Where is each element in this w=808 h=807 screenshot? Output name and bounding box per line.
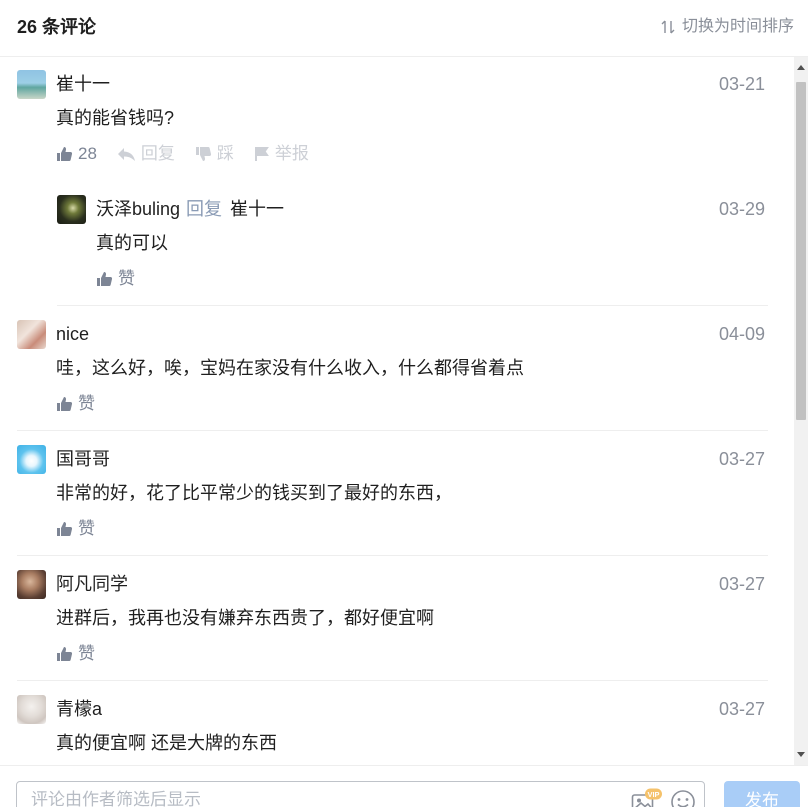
sort-arrows-icon — [661, 20, 675, 34]
report-button[interactable]: 举报 — [254, 142, 309, 166]
like-count: 28 — [78, 144, 97, 163]
reply-item: 沃泽buling 回复 崔十一 03-29 真的可以 赞 — [57, 195, 768, 306]
comment-date: 03-29 — [718, 199, 765, 219]
avatar[interactable] — [17, 570, 46, 599]
comment-item: 崔十一 03-21 真的能省钱吗? 28 回复 踩 举报 — [17, 70, 768, 183]
comment-actions: 赞 — [56, 642, 115, 666]
reply-label: 回复 — [140, 144, 175, 163]
thumbs-up-icon — [57, 147, 73, 161]
comment-author: 崔十一 — [56, 70, 110, 98]
comment-date: 03-21 — [718, 74, 765, 94]
comment-date: 03-27 — [718, 574, 765, 594]
comment-text: 非常的好，花了比平常少的钱买到了最好的东西， — [56, 483, 452, 503]
comment-date: 04-09 — [718, 324, 765, 344]
emoji-icon[interactable] — [670, 789, 696, 807]
comment-composer: VIP 发布 — [0, 765, 808, 807]
comment-text: 真的便宜啊 还是大牌的东西 — [56, 733, 277, 753]
like-button[interactable]: 28 — [56, 142, 97, 166]
comment-text: 真的能省钱吗? — [56, 108, 175, 128]
avatar[interactable] — [17, 695, 46, 724]
avatar[interactable] — [57, 195, 86, 224]
comment-item: 国哥哥 03-27 非常的好，花了比平常少的钱买到了最好的东西， 赞 — [17, 445, 768, 556]
avatar[interactable] — [17, 445, 46, 474]
thumbs-up-icon — [97, 272, 113, 286]
comment-item: 青檬a 03-27 真的便宜啊 还是大牌的东西 — [17, 695, 768, 765]
author-name[interactable]: 青檬a — [56, 699, 102, 719]
reply-button[interactable]: 回复 — [117, 142, 175, 166]
sort-toggle-label: 切换为时间排序 — [681, 18, 794, 35]
vip-badge: VIP — [647, 790, 659, 799]
comment-author: 阿凡同学 — [56, 570, 128, 598]
comment-input-box[interactable]: VIP — [16, 781, 705, 807]
thumbs-up-icon — [57, 522, 73, 536]
comment-text: 真的可以 — [96, 233, 168, 253]
comment-actions: 赞 — [96, 267, 155, 291]
author-name[interactable]: 阿凡同学 — [56, 574, 128, 594]
report-label: 举报 — [274, 144, 309, 163]
author-name[interactable]: 沃泽buling — [96, 199, 180, 219]
scroll-down-arrow-icon[interactable] — [797, 752, 805, 757]
scroll-up-arrow-icon[interactable] — [797, 65, 805, 70]
like-button[interactable]: 赞 — [56, 517, 95, 541]
author-name[interactable]: nice — [56, 324, 89, 344]
reply-target-name[interactable]: 崔十一 — [230, 199, 284, 219]
comment-count-title: 26 条评论 — [17, 17, 97, 37]
like-label: 赞 — [118, 269, 135, 288]
reply-word: 回复 — [186, 199, 223, 219]
scrollbar-thumb[interactable] — [796, 82, 806, 420]
comments-header: 26 条评论 切换为时间排序 — [0, 0, 808, 57]
avatar[interactable] — [17, 320, 46, 349]
thumbs-up-icon — [57, 647, 73, 661]
thumbs-down-icon — [195, 147, 211, 161]
comment-actions: 28 回复 踩 举报 — [56, 142, 329, 166]
reply-author-line: 沃泽buling 回复 崔十一 — [96, 195, 284, 223]
sort-toggle-button[interactable]: 切换为时间排序 — [660, 16, 794, 38]
like-label: 赞 — [78, 394, 95, 413]
dislike-button[interactable]: 踩 — [195, 142, 234, 166]
comment-item: nice 04-09 哇，这么好，唉，宝妈在家没有什么收入，什么都得省着点 赞 — [17, 320, 768, 431]
avatar[interactable] — [17, 70, 46, 99]
comment-text: 进群后，我再也没有嫌弃东西贵了，都好便宜啊 — [56, 608, 434, 628]
comment-date: 03-27 — [718, 449, 765, 469]
like-button[interactable]: 赞 — [56, 392, 95, 416]
like-label: 赞 — [78, 519, 95, 538]
comment-actions: 赞 — [56, 517, 115, 541]
flag-icon — [254, 147, 269, 161]
reply-arrow-icon — [117, 147, 135, 161]
like-label: 赞 — [78, 644, 95, 663]
send-button[interactable]: 发布 — [724, 781, 800, 807]
comment-author: nice — [56, 320, 89, 348]
dislike-label: 踩 — [216, 144, 234, 163]
comment-item: 阿凡同学 03-27 进群后，我再也没有嫌弃东西贵了，都好便宜啊 赞 — [17, 570, 768, 681]
comment-text: 哇，这么好，唉，宝妈在家没有什么收入，什么都得省着点 — [56, 358, 524, 378]
author-name[interactable]: 国哥哥 — [56, 449, 110, 469]
comment-author: 国哥哥 — [56, 445, 110, 473]
image-icon[interactable]: VIP — [631, 788, 663, 807]
comment-list: 崔十一 03-21 真的能省钱吗? 28 回复 踩 举报 沃泽buling 回复… — [0, 57, 794, 765]
like-button[interactable]: 赞 — [56, 642, 95, 666]
comment-author: 青檬a — [56, 695, 102, 723]
scrollbar[interactable] — [794, 57, 808, 765]
comment-input[interactable] — [31, 790, 621, 807]
comment-actions: 赞 — [56, 392, 115, 416]
thumbs-up-icon — [57, 397, 73, 411]
comment-date: 03-27 — [718, 699, 765, 719]
author-name[interactable]: 崔十一 — [56, 74, 110, 94]
like-button[interactable]: 赞 — [96, 267, 135, 291]
